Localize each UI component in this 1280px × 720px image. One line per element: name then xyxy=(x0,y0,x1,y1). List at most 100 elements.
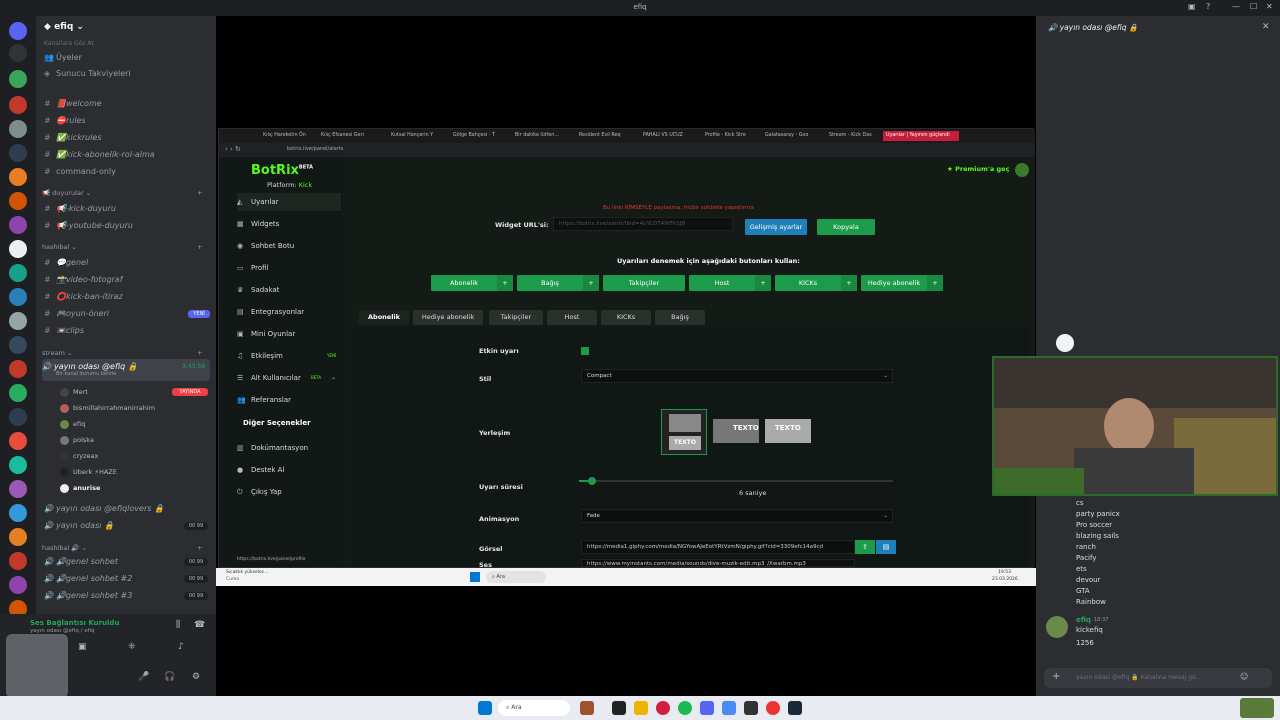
add-icon[interactable]: + xyxy=(1052,671,1060,682)
home-icon[interactable] xyxy=(9,22,27,40)
chat-input[interactable]: + yayın odası @efiq 🔒 Kanalına mesaj gö.… xyxy=(1044,668,1272,688)
server-icon[interactable] xyxy=(9,360,27,378)
boosts-item[interactable]: ◈ Sunucu Takviyeleri xyxy=(44,66,210,81)
browser-tab[interactable]: Profile - Kick Stre xyxy=(705,131,751,141)
close-chat-icon[interactable]: ✕ xyxy=(1262,22,1270,32)
noise-icon[interactable]: ⫼ xyxy=(176,620,180,630)
server-icon[interactable] xyxy=(9,240,27,258)
voice-user[interactable]: Mert xyxy=(60,385,88,399)
server-header[interactable]: ◆ efiq ⌄ xyxy=(44,22,84,32)
opera-icon[interactable] xyxy=(656,701,670,715)
server-icon[interactable] xyxy=(9,70,27,88)
task-view-icon[interactable] xyxy=(612,701,626,715)
headphone-icon[interactable]: 🎧 xyxy=(164,672,175,682)
test-bagis-button[interactable]: Bağış + xyxy=(517,275,599,291)
test-takipciler-button[interactable]: Takipçiler xyxy=(603,275,685,291)
nav-uyarilar[interactable]: ◭ Uyarılar xyxy=(237,193,341,211)
channel-video-fotograf[interactable]: # 📸video-fotograf xyxy=(44,272,210,287)
server-icon[interactable] xyxy=(9,408,27,426)
channel-welcome[interactable]: # 📕welcome xyxy=(44,96,210,111)
back-icon[interactable]: ‹ › ↻ xyxy=(225,145,241,153)
enabled-checkbox[interactable] xyxy=(581,347,589,355)
browser-tab[interactable]: Galatasaray - Goo xyxy=(765,131,819,141)
copy-button[interactable]: Kopyala xyxy=(817,219,875,235)
voice-user[interactable]: cryzeax xyxy=(60,449,98,463)
category-hashibal-voice[interactable]: hashibal 🔊 ⌄ + xyxy=(42,544,202,552)
windows-icon[interactable] xyxy=(478,701,492,715)
server-icon[interactable] xyxy=(9,168,27,186)
channel-clips[interactable]: # 📼clips xyxy=(44,323,210,338)
duration-slider[interactable] xyxy=(579,477,893,485)
server-icon[interactable] xyxy=(9,480,27,498)
server-icon[interactable] xyxy=(9,576,27,594)
nav-destek-al[interactable]: ● Destek Al xyxy=(237,461,341,479)
obs-icon[interactable] xyxy=(744,701,758,715)
server-icon[interactable] xyxy=(9,192,27,210)
animation-select[interactable]: Fade ⌄ xyxy=(581,509,893,523)
browser-tab[interactable]: PAHALI VS UCUZ xyxy=(643,131,691,141)
category-hashibal[interactable]: hashibal ⌄ + xyxy=(42,243,202,251)
test-host-button[interactable]: Host + xyxy=(689,275,771,291)
server-icon[interactable] xyxy=(9,216,27,234)
avatar[interactable] xyxy=(6,634,68,698)
server-icon[interactable] xyxy=(9,528,27,546)
server-icon[interactable] xyxy=(9,144,27,162)
tab-abonelik[interactable]: Abonelik xyxy=(359,310,409,325)
nav-cikis-yap[interactable]: ⏻ Çıkış Yap xyxy=(237,483,341,501)
category-stream[interactable]: stream ⌄ + xyxy=(42,349,202,357)
category-duyurular[interactable]: 📢 duyurular ⌄ + xyxy=(42,189,202,197)
test-hediye-abonelik-button[interactable]: Hediye abonelik + xyxy=(861,275,943,291)
browser-tab[interactable]: Kılıç Hareketin Ön xyxy=(263,131,319,141)
nav-mini-oyunlar[interactable]: ▣ Mini Oyunlar xyxy=(237,325,341,343)
nav-sadakat[interactable]: ♛ Sadakat xyxy=(237,281,341,299)
maximize-icon[interactable]: ☐ xyxy=(1250,2,1257,11)
upload-icon[interactable]: ⇪ xyxy=(855,540,875,554)
browser-tab[interactable]: Stream - Kick Das xyxy=(829,131,885,141)
camera-icon[interactable]: ▣ xyxy=(78,642,87,652)
user-avatar[interactable] xyxy=(1015,163,1029,177)
close-icon[interactable]: ✕ xyxy=(1266,2,1273,11)
members-item[interactable]: 👥 Üyeler xyxy=(44,50,210,65)
test-kicks-button[interactable]: KICKs + xyxy=(775,275,857,291)
server-icon[interactable] xyxy=(9,504,27,522)
tab-takipciler[interactable]: Takipçiler xyxy=(489,310,543,325)
voice-user[interactable]: polska xyxy=(60,433,94,447)
voice-user[interactable]: efiq xyxy=(60,417,85,431)
widget-icon[interactable] xyxy=(580,701,594,715)
mic-icon[interactable]: 🎤 xyxy=(138,672,149,682)
widget-url-field[interactable]: https://botrix.live/alerts?bid=4uYLDT4WF… xyxy=(553,217,733,231)
image-url-field[interactable]: https://media1.giphy.com/media/NGYowAJeE… xyxy=(581,540,855,554)
minimize-icon[interactable]: — xyxy=(1232,2,1240,11)
channel-command-only[interactable]: # command-only xyxy=(44,164,210,179)
browse-channels[interactable]: Kanallara Göz At xyxy=(44,36,210,51)
sound-url-field[interactable]: https://www.myinstants.com/media/sounds/… xyxy=(581,559,855,567)
address-bar[interactable]: ‹ › ↻ botrix.live/panel/alerts xyxy=(219,143,1035,157)
server-icon[interactable] xyxy=(9,96,27,114)
channel-kickrules[interactable]: # ✅kickrules xyxy=(44,130,210,145)
explorer-icon[interactable] xyxy=(634,701,648,715)
message-avatar[interactable] xyxy=(1046,616,1068,638)
test-abonelik-button[interactable]: Abonelik + xyxy=(431,275,513,291)
server-icon[interactable] xyxy=(9,432,27,450)
nav-alt-kullanicilar[interactable]: ☰ Alt Kullanıcılar BETA ⌄ xyxy=(237,369,341,387)
spotify-icon[interactable] xyxy=(678,701,692,715)
channel-youtube-duyuru[interactable]: # 📢-youtube-duyuru xyxy=(44,218,210,233)
tab-bagis[interactable]: Bağış xyxy=(655,310,705,325)
tab-kicks[interactable]: KICKs xyxy=(601,310,651,325)
server-icon[interactable] xyxy=(9,456,27,474)
browser-tab-active[interactable]: Uyarılar | Yayınını güçlendi xyxy=(883,131,959,141)
botrix-logo[interactable]: BotRixBETA xyxy=(251,163,313,178)
search-box[interactable]: ⌕ Ara xyxy=(486,571,546,583)
server-icon[interactable] xyxy=(9,384,27,402)
nav-entegrasyonlar[interactable]: ▤ Entegrasyonlar xyxy=(237,303,341,321)
nav-sohbet-botu[interactable]: ◉ Sohbet Botu xyxy=(237,237,341,255)
channel-genel[interactable]: # 💬genel xyxy=(44,255,210,270)
nav-widgets[interactable]: ▦ Widgets xyxy=(237,215,341,233)
voice-user[interactable]: anurise xyxy=(60,481,100,495)
emoji-icon[interactable]: ☺ xyxy=(1240,672,1248,681)
browser-tab[interactable]: Kutsal Hançerin Y xyxy=(391,131,447,141)
voice-channel-efiqlovers[interactable]: 🔊 yayın odası @efiqlovers 🔒 xyxy=(44,501,210,516)
inbox-icon[interactable]: ▣ xyxy=(1188,2,1196,11)
advanced-settings-button[interactable]: Gelişmiş ayarlar xyxy=(745,219,807,235)
steam-icon[interactable] xyxy=(788,701,802,715)
